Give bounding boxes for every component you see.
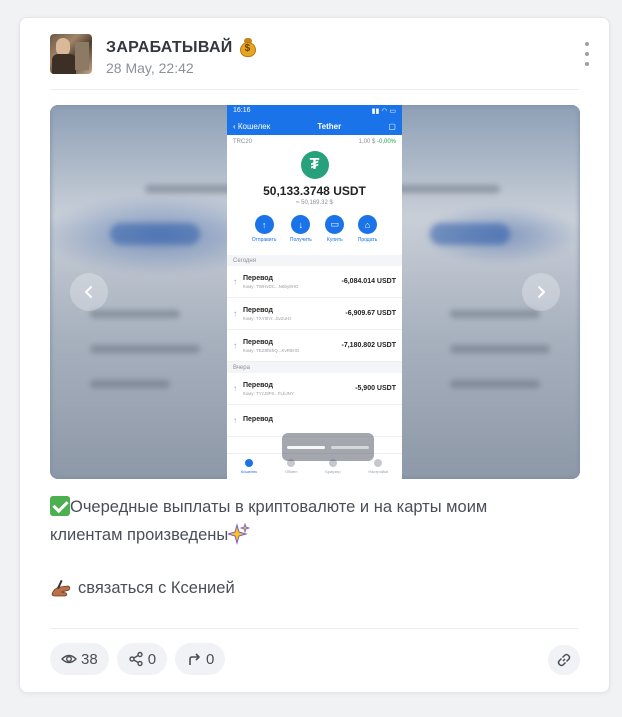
link-icon [557,653,571,667]
phone-transaction: ↑ Перевод Кому: TWHvDC...N6by8HG -6,084.0… [227,266,402,298]
phone-transaction: ↑ Перевод Кому: TYzJ8F6...FLbJNY -5,900 U… [227,373,402,405]
forward-arrow-icon [189,653,200,665]
phone-back: ‹ Кошелек [233,122,271,131]
contact-text: связаться с Ксенией [78,578,235,597]
phone-action-receive: ↓ Получить [290,215,312,243]
phone-time: 16:16 [233,107,251,114]
arrow-up-icon: ↑ [233,309,237,318]
phone-balance-fiat: ≈ 50,169.32 $ [296,200,333,206]
eye-icon [61,654,77,664]
phone-title: Tether [317,122,342,131]
share-nodes-icon [128,651,143,667]
views-count[interactable]: 38 [50,643,109,675]
phone-transaction: ↑ Перевод Кому: TXY5hY...bvZuHz -6,909.67… [227,298,402,330]
channel-name[interactable]: ЗАРАБАТЫВАЙ $ [106,38,257,58]
money-bag-icon: $ [239,38,257,58]
phone-actions: ↑ Отправить ↓ Получить ▭ Купить ⌂ Продать [227,215,402,243]
phone-price: 1,00 $ [358,139,376,145]
forwards-value: 0 [206,650,215,668]
views-value: 38 [81,650,98,668]
send-icon: ↑ [254,215,274,234]
phone-tab-exchange: Обмен [285,459,297,474]
phone-action-sell: ⌂ Продать [358,215,378,243]
channel-name-text: ЗАРАБАТЫВАЙ [106,39,233,56]
signal-icon: ▮▮ ◠ ▭ [371,108,396,115]
media-carousel[interactable]: 16:16 ▮▮ ◠ ▭ ‹ Кошелек Tether ▢ TRC20 1,… [50,105,580,479]
arrow-up-icon: ↑ [233,277,237,286]
receive-icon: ↓ [291,215,311,234]
carousel-dot-active [287,445,325,449]
phone-action-send: ↑ Отправить [252,215,277,243]
phone-back-label: Кошелек [237,122,271,131]
phone-price-line: TRC20 1,00 $ -0,00% [227,135,402,145]
arrow-up-icon: ↑ [233,416,237,425]
forwards-count[interactable]: 0 [175,643,226,675]
contact-link[interactable]: связаться с Ксенией [50,578,235,598]
post-header: ЗАРАБАТЫВАЙ $ 28 May, 22:42 [50,34,591,76]
phone-balance: 50,133.3748 USDT [263,184,366,198]
bank-icon: ⌂ [358,215,378,234]
phone-tab-settings: Настройки [368,459,388,474]
copy-link-button[interactable] [548,645,580,675]
phone-transaction: ↑ Перевод Кому: TEZ8hkhQ...KvR8HG -7,180.… [227,330,402,362]
channel-avatar[interactable] [50,34,92,74]
arrow-up-icon: ↑ [233,384,237,393]
writing-hand-icon [51,579,71,597]
receipt-icon: ▢ [388,122,396,131]
footer-divider [50,628,579,629]
post-text-content: Очередные выплаты в криптовалюте и на ка… [50,498,488,544]
post-date: 28 May, 22:42 [106,60,194,76]
phone-action-buy: ▭ Купить [325,215,345,243]
phone-section-today: Сегодня [227,255,402,266]
shares-value: 0 [147,650,157,668]
card-icon: ▭ [325,215,345,234]
carousel-dot [331,445,369,449]
arrow-up-icon: ↑ [233,341,237,350]
more-options-icon[interactable] [583,42,591,66]
post-card: ЗАРАБАТЫВАЙ $ 28 May, 22:42 16:16 ▮▮ ◠ ▭… [19,17,610,693]
phone-section-yesterday: Вчера [227,362,402,373]
phone-status-bar: 16:16 ▮▮ ◠ ▭ [227,105,402,118]
phone-network: TRC20 [233,139,253,145]
phone-nav-bar: ‹ Кошелек Tether ▢ [227,118,402,135]
phone-change: -0,00% [376,139,396,145]
tether-coin-icon: ₮ [300,151,329,179]
phone-tab-browser: Браузер [325,459,341,474]
carousel-prev-button[interactable] [70,273,108,311]
carousel-next-button[interactable] [522,273,560,311]
check-mark-icon [50,496,70,516]
post-text: Очередные выплаты в криптовалюте и на ка… [50,493,550,549]
phone-tab-wallet: Кошелек [241,459,257,474]
header-divider [50,89,579,90]
chevron-left-icon [85,286,92,298]
phone-screenshot: 16:16 ▮▮ ◠ ▭ ‹ Кошелек Tether ▢ TRC20 1,… [227,105,402,479]
shares-count[interactable]: 0 [116,643,168,675]
sparkles-icon [228,523,251,545]
chevron-right-icon [538,286,545,298]
carousel-indicator[interactable] [282,433,374,461]
post-stats: 38 0 0 [50,643,226,675]
